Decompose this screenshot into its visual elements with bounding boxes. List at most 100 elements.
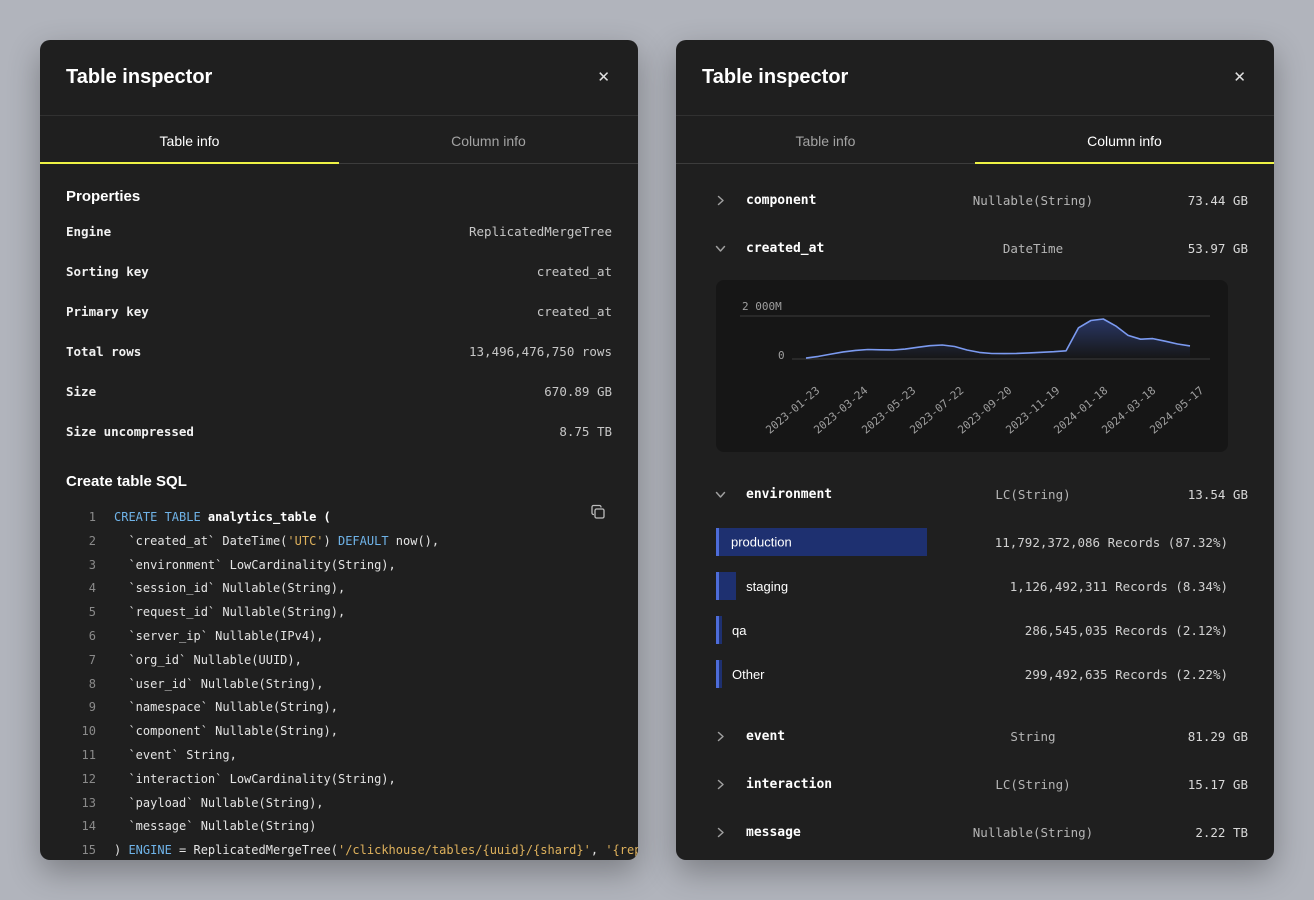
- line-number: 8: [66, 673, 96, 697]
- property-label: Size uncompressed: [66, 424, 194, 439]
- line-number: 6: [66, 625, 96, 649]
- column-row-event[interactable]: eventString81.29 GB: [702, 712, 1248, 760]
- created-at-distribution-chart: 2 000M 0 2023-01-232023-03-242023-05-23202…: [716, 280, 1228, 452]
- column-row-message[interactable]: messageNullable(String)2.22 TB: [702, 808, 1248, 856]
- property-row: Size uncompressed8.75 TB: [66, 411, 612, 451]
- environment-bar-row: Other 299,492,635 Records (2.22%): [716, 652, 1228, 696]
- line-number: 2: [66, 530, 96, 554]
- page-background: Table inspector ✕ Table info Column info…: [0, 0, 1314, 900]
- property-label: Total rows: [66, 344, 141, 359]
- sql-text: `payload` Nullable(String),: [114, 792, 324, 816]
- line-number: 9: [66, 696, 96, 720]
- column-name: message: [740, 825, 928, 840]
- property-value: created_at: [537, 264, 612, 279]
- columns-list: componentNullable(String)73.44 GBcreated…: [702, 166, 1248, 856]
- column-size: 2.22 TB: [1138, 825, 1248, 840]
- sql-text: `created_at` DateTime('UTC') DEFAULT now…: [114, 530, 439, 554]
- y-axis-label-max: 2 000M: [742, 300, 782, 313]
- line-number: 5: [66, 601, 96, 625]
- sql-line: 1CREATE TABLE analytics_table (: [66, 506, 612, 530]
- sql-line: 2 `created_at` DateTime('UTC') DEFAULT n…: [66, 530, 612, 554]
- column-row-interaction[interactable]: interactionLC(String)15.17 GB: [702, 760, 1248, 808]
- value-bar: [716, 660, 722, 688]
- sql-line: 13 `payload` Nullable(String),: [66, 792, 612, 816]
- sql-text: `server_ip` Nullable(IPv4),: [114, 625, 324, 649]
- property-label: Sorting key: [66, 264, 149, 279]
- line-number: 11: [66, 744, 96, 768]
- close-icon[interactable]: ✕: [595, 66, 612, 89]
- properties-list: EngineReplicatedMergeTreeSorting keycrea…: [66, 211, 612, 451]
- y-axis-label-zero: 0: [778, 349, 785, 362]
- line-number: 3: [66, 554, 96, 578]
- column-row-environment[interactable]: environmentLC(String)13.54 GB: [702, 470, 1248, 518]
- column-size: 73.44 GB: [1138, 193, 1248, 208]
- property-row: Size 670.89 GB: [66, 371, 612, 411]
- sql-code-lines: 1CREATE TABLE analytics_table (2 `create…: [66, 506, 612, 860]
- property-label: Size: [66, 384, 96, 399]
- sql-line: 4 `session_id` Nullable(String),: [66, 577, 612, 601]
- line-number: 10: [66, 720, 96, 744]
- line-number: 4: [66, 577, 96, 601]
- environment-bar-row: production 11,792,372,086 Records (87.32%…: [716, 520, 1228, 564]
- line-number: 14: [66, 815, 96, 839]
- dialog-header: Table inspector ✕: [676, 40, 1274, 116]
- property-row: Sorting key created_at: [66, 251, 612, 291]
- sql-line: 8 `user_id` Nullable(String),: [66, 673, 612, 697]
- value-record-count: 299,492,635 Records (2.22%): [1025, 667, 1228, 682]
- chevron-right-icon: [710, 731, 730, 742]
- sql-line: 11 `event` String,: [66, 744, 612, 768]
- property-value: 670.89 GB: [544, 384, 612, 399]
- chevron-right-icon: [710, 827, 730, 838]
- value-record-count: 286,545,035 Records (2.12%): [1025, 623, 1228, 638]
- sql-text: `interaction` LowCardinality(String),: [114, 768, 396, 792]
- sql-text: CREATE TABLE analytics_table (: [114, 506, 331, 530]
- value-bar: production: [716, 528, 927, 556]
- column-name: environment: [740, 487, 928, 502]
- column-type: LC(String): [928, 777, 1138, 792]
- property-value: created_at: [537, 304, 612, 319]
- environment-bar-row: staging1,126,492,311 Records (8.34%): [716, 564, 1228, 608]
- properties-heading: Properties: [66, 188, 612, 205]
- sql-line: 7 `org_id` Nullable(UUID),: [66, 649, 612, 673]
- sql-text: `request_id` Nullable(String),: [114, 601, 345, 625]
- column-name: interaction: [740, 777, 928, 792]
- column-name: event: [740, 729, 928, 744]
- property-value: 13,496,476,750 rows: [469, 344, 612, 359]
- sql-text: `session_id` Nullable(String),: [114, 577, 345, 601]
- property-label: Engine: [66, 224, 111, 239]
- sql-line: 6 `server_ip` Nullable(IPv4),: [66, 625, 612, 649]
- column-size: 81.29 GB: [1138, 729, 1248, 744]
- column-row-component[interactable]: componentNullable(String)73.44 GB: [702, 176, 1248, 224]
- environment-value-bars: production 11,792,372,086 Records (87.32%…: [716, 520, 1228, 696]
- dialog-header: Table inspector ✕: [40, 40, 638, 116]
- copy-icon[interactable]: [586, 500, 610, 527]
- x-axis-labels: 2023-01-232023-03-242023-05-232023-07-22…: [716, 376, 1228, 452]
- property-label: Primary key: [66, 304, 149, 319]
- chevron-down-icon: [710, 489, 730, 500]
- table-inspector-dialog-table-info: Table inspector ✕ Table info Column info…: [40, 40, 638, 860]
- line-number: 13: [66, 792, 96, 816]
- tab-table-info[interactable]: Table info: [40, 116, 339, 164]
- column-name: created_at: [740, 241, 928, 256]
- tab-table-info[interactable]: Table info: [676, 116, 975, 164]
- column-type: DateTime: [928, 241, 1138, 256]
- chevron-down-icon: [710, 243, 730, 254]
- value-record-count: 1,126,492,311 Records (8.34%): [1010, 579, 1228, 594]
- chevron-right-icon: [710, 195, 730, 206]
- column-row-created_at[interactable]: created_atDateTime53.97 GB: [702, 224, 1248, 272]
- sql-line: 12 `interaction` LowCardinality(String),: [66, 768, 612, 792]
- tab-column-info[interactable]: Column info: [339, 116, 638, 164]
- sql-text: `message` Nullable(String): [114, 815, 316, 839]
- chevron-right-icon: [710, 779, 730, 790]
- sql-text: `environment` LowCardinality(String),: [114, 554, 396, 578]
- value-record-count: 11,792,372,086 Records (87.32%): [995, 535, 1228, 550]
- sparkline-svg: [716, 280, 1228, 376]
- sql-line: 5 `request_id` Nullable(String),: [66, 601, 612, 625]
- sql-text: `org_id` Nullable(UUID),: [114, 649, 302, 673]
- sql-line: 3 `environment` LowCardinality(String),: [66, 554, 612, 578]
- sql-line: 10 `component` Nullable(String),: [66, 720, 612, 744]
- close-icon[interactable]: ✕: [1231, 66, 1248, 89]
- sql-line: 14 `message` Nullable(String): [66, 815, 612, 839]
- value-label: Other: [732, 667, 765, 682]
- tab-column-info[interactable]: Column info: [975, 116, 1274, 164]
